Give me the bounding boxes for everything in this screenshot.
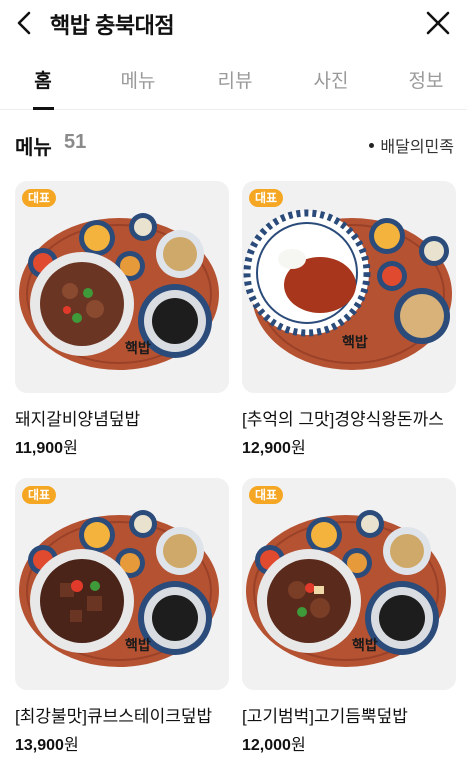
price-currency: 원: [63, 440, 78, 457]
price-value: 11,900: [15, 440, 64, 457]
menu-photo: 핵밥 대표: [15, 478, 229, 690]
menu-price: 12,900원: [242, 434, 306, 458]
bullet-icon: [369, 143, 375, 149]
price-value: 12,000: [242, 737, 291, 754]
tray-logo-text: 핵밥: [352, 637, 378, 653]
signature-badge: 대표: [249, 189, 284, 207]
price-value: 12,900: [242, 440, 291, 457]
menu-photo: 핵밥 대표: [242, 181, 456, 393]
delivery-source-label: 배달의민족: [380, 139, 454, 156]
signature-badge: 대표: [22, 486, 57, 504]
tray-logo-text: 핵밥: [125, 637, 151, 653]
menu-name: 돼지갈비양념덮밥: [15, 410, 141, 429]
price-currency: 원: [290, 440, 306, 457]
tab-info[interactable]: 정보: [386, 66, 466, 93]
tray-logo-text: 핵밥: [125, 340, 151, 356]
menu-price: 12,000원: [242, 731, 306, 755]
delivery-source[interactable]: 배달의민족: [369, 133, 454, 157]
menu-photo: 핵밥 대표: [242, 478, 456, 690]
menu-name: [추억의 그맛]경양식왕돈까스: [242, 410, 444, 429]
close-icon[interactable]: [421, 6, 455, 40]
active-tab-indicator: [33, 107, 54, 110]
back-icon[interactable]: [8, 6, 42, 40]
tab-menu[interactable]: 메뉴: [98, 66, 178, 93]
store-title: 핵밥 충북대점: [50, 13, 175, 38]
menu-name: [최강불맛]큐브스테이크덮밥: [15, 707, 213, 726]
section-title: 메뉴: [15, 137, 52, 159]
signature-badge: 대표: [22, 189, 57, 207]
tray-logo-text: 핵밥: [342, 334, 368, 350]
price-currency: 원: [63, 737, 79, 754]
tab-photos[interactable]: 사진: [291, 66, 371, 93]
header: 핵밥 충북대점: [0, 0, 467, 48]
menu-section-header: 메뉴 51 배달의민족: [0, 128, 467, 159]
signature-badge: 대표: [249, 486, 284, 504]
tab-home[interactable]: 홈: [3, 66, 83, 93]
menu-name: [고기범벅]고기듬뿍덮밥: [242, 707, 408, 726]
menu-price: 11,900원: [15, 434, 78, 458]
price-value: 13,900: [15, 737, 64, 754]
tab-bar: 홈 메뉴 리뷰 사진 정보: [0, 60, 467, 110]
menu-count: 51: [64, 131, 87, 153]
price-currency: 원: [290, 737, 306, 754]
menu-photo: 핵밥 대표: [15, 181, 229, 393]
menu-price: 13,900원: [15, 731, 79, 755]
tab-reviews[interactable]: 리뷰: [195, 66, 275, 93]
